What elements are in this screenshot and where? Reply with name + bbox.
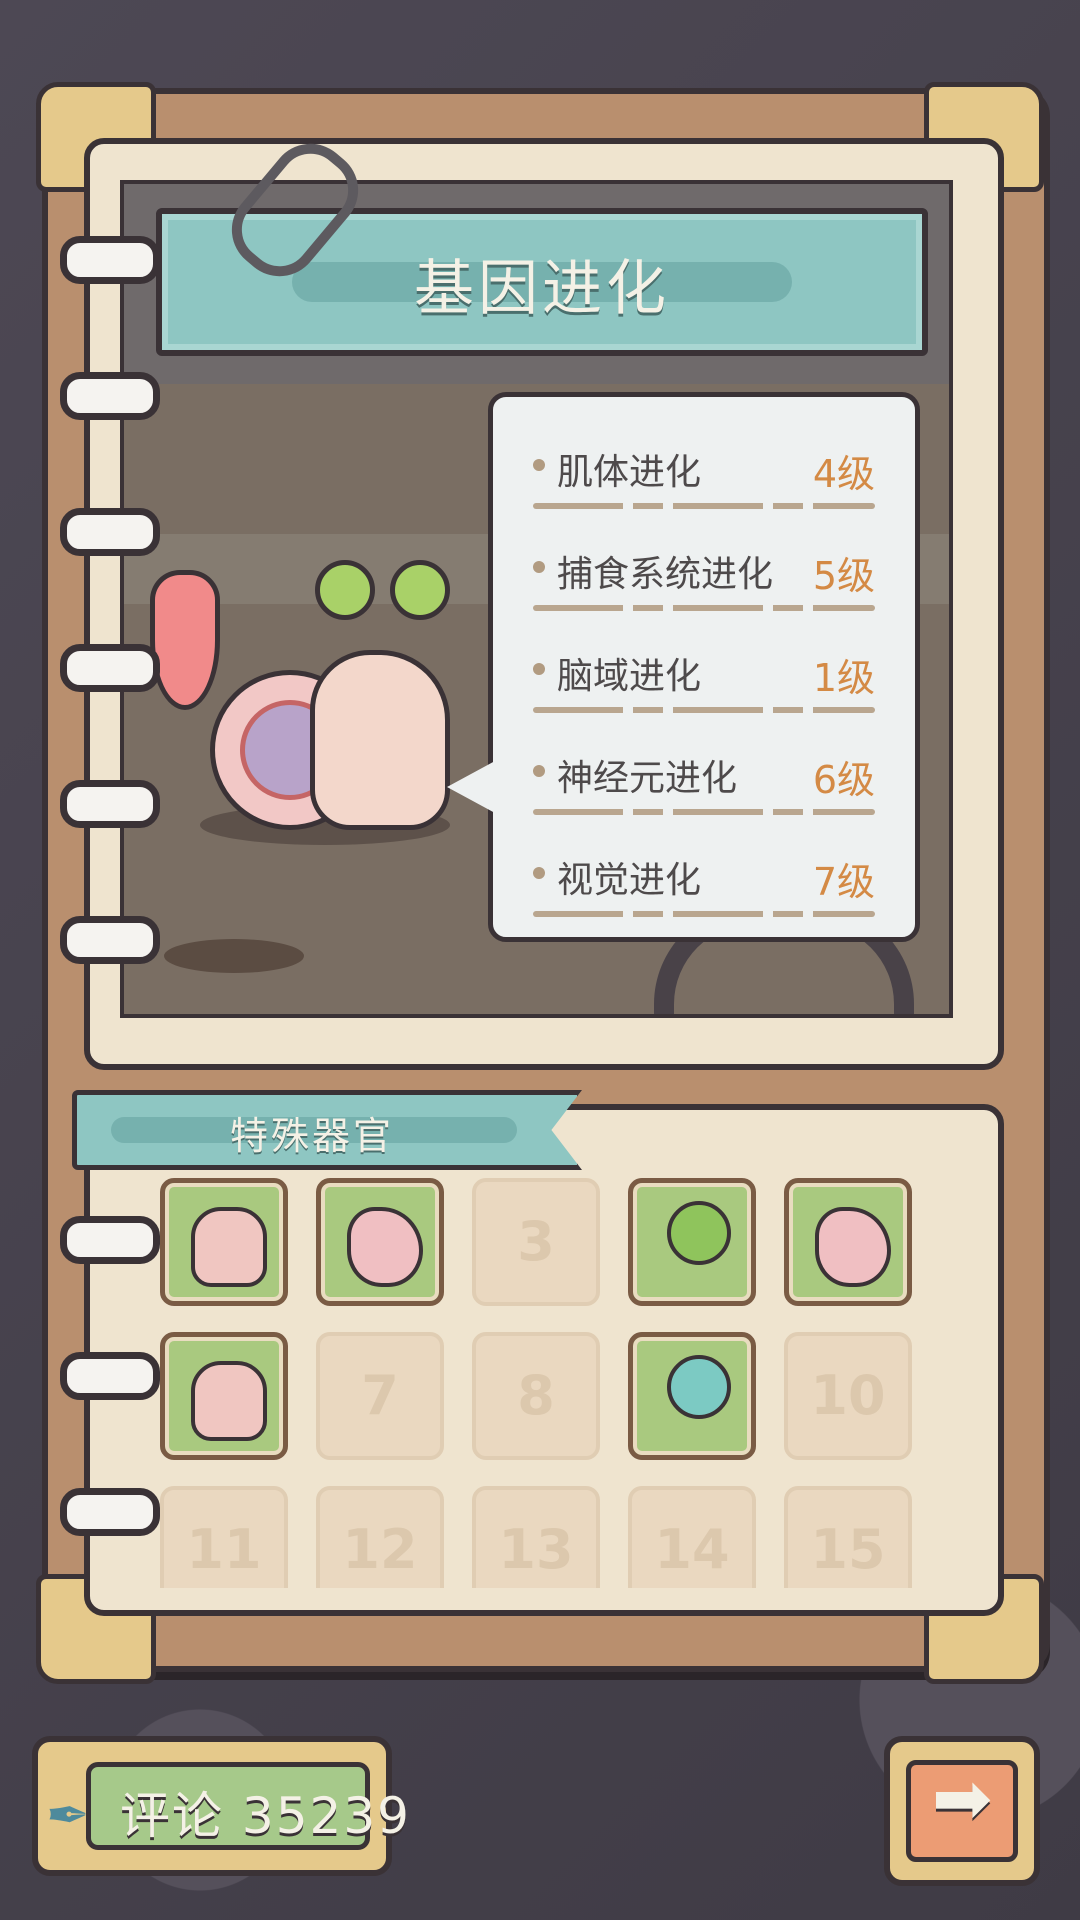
stat-level: 4级: [812, 452, 875, 496]
stat-level: 6级: [812, 758, 875, 802]
bullet-icon: [533, 459, 545, 471]
creature-body: [310, 650, 450, 830]
organ-slot-empty[interactable]: 15: [784, 1486, 912, 1588]
slot-number: 12: [342, 1518, 418, 1581]
stat-row: 脑域进化 1级: [533, 633, 875, 735]
stat-name: 捕食系统进化: [557, 554, 774, 595]
scene-puddle: [164, 939, 304, 973]
mouth-organ-icon: [191, 1207, 267, 1287]
stat-name: 肌体进化: [557, 452, 702, 493]
slot-number: 11: [186, 1518, 262, 1581]
binder-ring: [60, 1488, 160, 1536]
organ-slot-empty[interactable]: 8: [472, 1332, 600, 1460]
organ-slot-empty[interactable]: 10: [784, 1332, 912, 1460]
stat-divider: [533, 707, 875, 713]
binder-ring: [60, 236, 160, 284]
binder-ring: [60, 644, 160, 692]
stat-row: 视觉进化 7级: [533, 837, 875, 939]
stat-level: 5级: [812, 554, 875, 598]
stat-row: 肌体进化 4级: [533, 429, 875, 531]
quill-ink-icon: ✒: [46, 1786, 90, 1846]
bullet-icon: [533, 765, 545, 777]
stat-name: 脑域进化: [557, 656, 702, 697]
slot-number: 3: [517, 1210, 555, 1273]
organ-slot[interactable]: [160, 1332, 288, 1460]
organ-slot-grid: 3 7 8 10 11 12 13 14 15: [160, 1178, 920, 1588]
slot-number: 7: [361, 1364, 399, 1427]
organ-slot[interactable]: [160, 1178, 288, 1306]
snail-creature[interactable]: [150, 560, 450, 850]
organ-slot-empty[interactable]: 14: [628, 1486, 756, 1588]
organ-slot-empty[interactable]: 11: [160, 1486, 288, 1588]
slot-number: 13: [498, 1518, 574, 1581]
stat-divider: [533, 605, 875, 611]
speech-tail: [447, 761, 495, 813]
slot-number: 10: [810, 1364, 886, 1427]
spiked-skin-icon: [347, 1207, 423, 1287]
comment-label: 评论 35239: [120, 1787, 411, 1845]
comment-button[interactable]: ✒ 评论 35239: [32, 1736, 409, 1876]
organ-slot-empty[interactable]: 13: [472, 1486, 600, 1588]
eye-stalk-icon: [390, 560, 450, 620]
binder-ring: [60, 372, 160, 420]
binder-ring: [60, 508, 160, 556]
arrow-right-icon: ➡: [931, 1756, 993, 1840]
stat-row: 捕食系统进化 5级: [533, 531, 875, 633]
stat-name: 神经元进化: [557, 758, 738, 799]
bullet-icon: [533, 663, 545, 675]
organ-slot-empty[interactable]: 7: [316, 1332, 444, 1460]
flame-tail: [150, 570, 220, 710]
fanged-mouth-icon: [191, 1361, 267, 1441]
binder-ring: [60, 1216, 160, 1264]
organ-slot-empty[interactable]: 12: [316, 1486, 444, 1588]
neuron-icon: [815, 1207, 891, 1287]
organ-slot[interactable]: [784, 1178, 912, 1306]
stat-row: 神经元进化 6级: [533, 735, 875, 837]
eye-stalk-icon: [315, 560, 375, 620]
binder-ring: [60, 1352, 160, 1400]
stat-level: 7级: [812, 860, 875, 904]
bullet-icon: [533, 867, 545, 879]
organ-slot-empty[interactable]: 3: [472, 1178, 600, 1306]
slot-number: 8: [517, 1364, 555, 1427]
stat-divider: [533, 503, 875, 509]
green-eye-stalk-icon: [667, 1201, 731, 1265]
bullet-icon: [533, 561, 545, 573]
slot-number: 14: [654, 1518, 730, 1581]
stat-name: 视觉进化: [557, 860, 702, 901]
evolution-stats-panel: 肌体进化 4级 捕食系统进化 5级 脑域进化 1级 神经元进化 6级 视觉进化 …: [447, 392, 920, 942]
organ-slot[interactable]: [316, 1178, 444, 1306]
stat-divider: [533, 911, 875, 917]
organs-banner: 特殊器官: [72, 1090, 582, 1170]
organ-slot[interactable]: [628, 1332, 756, 1460]
stat-divider: [533, 809, 875, 815]
next-button[interactable]: ➡: [884, 1736, 1040, 1886]
binder-ring: [60, 916, 160, 964]
organ-slot[interactable]: [628, 1178, 756, 1306]
binder-ring: [60, 780, 160, 828]
stat-level: 1级: [812, 656, 875, 700]
organs-title: 特殊器官: [229, 1114, 394, 1158]
cyan-eye-stalk-icon: [667, 1355, 731, 1419]
slot-number: 15: [810, 1518, 886, 1581]
